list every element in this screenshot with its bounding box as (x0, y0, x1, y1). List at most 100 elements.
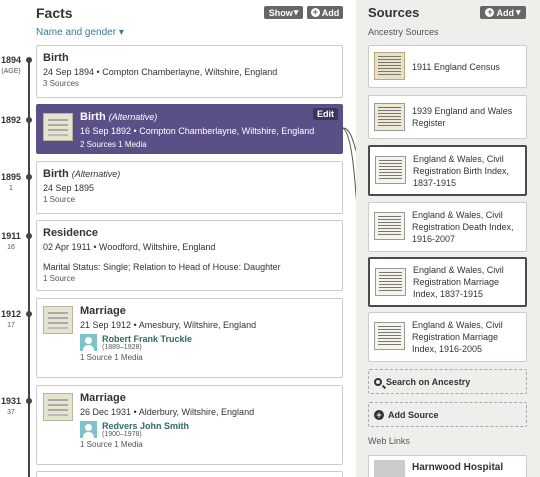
sources-panel: Sources + Add ▾ Ancestry Sources 1911 En… (356, 0, 540, 477)
fact-card-marriage[interactable]: Marriage 21 Sep 1912 • Amesbury, Wiltshi… (36, 298, 343, 378)
spouse-years: (1900–1978) (102, 431, 142, 438)
fact-sources[interactable]: 1 Source 1 Media (80, 440, 336, 449)
fact-alt-label: (Alternative) (108, 112, 158, 122)
timeline-year: 1911 (1, 231, 21, 241)
fact-detail: 16 Sep 1892 • Compton Chamberlayne, Wilt… (80, 126, 315, 136)
add-fact-button[interactable]: + Add (307, 6, 343, 19)
add-source-label: Add (496, 7, 514, 18)
document-icon (374, 212, 405, 240)
source-item-linked[interactable]: England & Wales, Civil Registration Marr… (368, 257, 527, 307)
ancestry-sources-heading: Ancestry Sources (368, 27, 439, 37)
timeline-dot (26, 57, 32, 63)
fact-card-birth[interactable]: Birth 24 Sep 1894 • Compton Chamberlayne… (36, 45, 343, 98)
fact-sources[interactable]: 1 Source (43, 274, 336, 283)
spouse-row[interactable]: Redvers John Smith (1900–1978) (80, 421, 336, 438)
fact-detail: 24 Sep 1894 • Compton Chamberlayne, Wilt… (43, 67, 278, 77)
timeline-dot (26, 117, 32, 123)
add-source-button[interactable]: + Add Source (368, 402, 527, 427)
fact-title: Residence (43, 227, 99, 239)
show-label: Show (268, 7, 293, 18)
document-icon (375, 268, 406, 296)
fact-detail: 21 Sep 1912 • Amesbury, Wiltshire, Engla… (80, 320, 257, 330)
web-link-item[interactable]: Harnwood Hospital (368, 455, 527, 477)
timeline-dot (26, 174, 32, 180)
source-label: England & Wales, Civil Registration Marr… (412, 320, 503, 354)
web-links-heading: Web Links (368, 436, 410, 446)
fact-sources[interactable]: 2 Sources 1 Media (80, 140, 336, 149)
fact-detail-extra: Marital Status: Single; Relation to Head… (43, 262, 281, 272)
timeline-age: 16 (7, 244, 15, 251)
fact-card-birth-alternative[interactable]: Birth (Alternative) 24 Sep 1895 1 Source (36, 161, 343, 214)
link-icon (374, 460, 405, 477)
web-link-label: Harnwood Hospital (412, 462, 504, 473)
fact-title: Marriage (80, 392, 126, 404)
fact-title: Birth (43, 52, 69, 64)
fact-alt-label: (Alternative) (71, 169, 121, 179)
fact-detail: 24 Sep 1895 (43, 183, 95, 193)
timeline-age: (AGE) (1, 68, 21, 75)
fact-sources[interactable]: 1 Source (43, 195, 336, 204)
media-thumbnail[interactable] (43, 113, 73, 141)
source-item[interactable]: 1939 England and Wales Register (368, 95, 527, 139)
document-icon (375, 156, 406, 184)
timeline-dot (26, 233, 32, 239)
plus-icon: + (485, 7, 495, 17)
fact-sources[interactable]: 1 Source 1 Media (80, 353, 336, 362)
facts-title: Facts (36, 5, 73, 21)
document-icon (374, 322, 405, 350)
fact-detail: 26 Dec 1931 • Alderbury, Wiltshire, Engl… (80, 407, 255, 417)
person-icon (80, 334, 97, 351)
timeline-age: 1 (9, 185, 13, 192)
fact-card-birth-alternative-selected[interactable]: Birth (Alternative) 16 Sep 1892 • Compto… (36, 104, 343, 154)
source-label: 1939 England and Wales Register (412, 106, 513, 128)
name-gender-label: Name and gender (36, 27, 117, 38)
plus-icon: + (310, 7, 320, 17)
timeline-year: 1912 (0, 309, 22, 319)
fact-sources[interactable]: 3 Sources (43, 79, 336, 88)
chevron-down-icon: ▾ (118, 27, 124, 38)
add-source-text: Add Source (388, 409, 439, 420)
fact-card-partial[interactable] (36, 471, 343, 477)
document-icon (374, 103, 405, 131)
edit-button[interactable]: Edit (313, 108, 338, 120)
fact-card-residence[interactable]: Residence 02 Apr 1911 • Woodford, Wiltsh… (36, 220, 343, 291)
spouse-info: Robert Frank Truckle (1889–1928) (102, 334, 192, 351)
timeline-dot (26, 398, 32, 404)
name-gender-link[interactable]: Name and gender ▾ (36, 27, 124, 38)
media-thumbnail[interactable] (43, 393, 73, 421)
document-icon (374, 52, 405, 80)
fact-title: Marriage (80, 305, 126, 317)
timeline-year: 1895 (0, 172, 22, 182)
spouse-years: (1889–1928) (102, 344, 142, 351)
search-icon (374, 377, 382, 386)
person-icon (80, 421, 97, 438)
spouse-name[interactable]: Redvers John Smith (102, 421, 189, 431)
spouse-info: Redvers John Smith (1900–1978) (102, 421, 189, 438)
spouse-name[interactable]: Robert Frank Truckle (102, 334, 192, 344)
source-item-linked[interactable]: England & Wales, Civil Registration Birt… (368, 145, 527, 196)
chevron-down-icon: ▾ (293, 7, 299, 17)
search-on-ancestry-label: Search on Ancestry (386, 376, 471, 387)
source-label: England & Wales, Civil Registration Deat… (412, 210, 514, 244)
chevron-down-icon: ▾ (515, 7, 521, 17)
source-label: 1911 England Census (412, 61, 500, 72)
fact-detail: 02 Apr 1911 • Woodford, Wiltshire, Engla… (43, 242, 216, 252)
spouse-row[interactable]: Robert Frank Truckle (1889–1928) (80, 334, 336, 351)
fact-card-marriage[interactable]: Marriage 26 Dec 1931 • Alderbury, Wiltsh… (36, 385, 343, 465)
media-thumbnail[interactable] (43, 306, 73, 334)
timeline-age: 17 (7, 322, 15, 329)
sources-title: Sources (368, 5, 420, 20)
fact-title: Birth (Alternative) (43, 168, 336, 180)
source-item[interactable]: England & Wales, Civil Registration Marr… (368, 312, 527, 362)
search-on-ancestry-button[interactable]: Search on Ancestry (368, 369, 527, 394)
source-item[interactable]: England & Wales, Civil Registration Deat… (368, 202, 527, 252)
timeline-dot (26, 311, 32, 317)
source-label: England & Wales, Civil Registration Marr… (413, 265, 504, 299)
timeline-year: 1931 (0, 396, 22, 406)
timeline-age: 37 (7, 409, 15, 416)
timeline-year: 1892 (0, 115, 22, 125)
add-fact-label: Add (321, 7, 340, 18)
add-source-dropdown-button[interactable]: + Add ▾ (480, 6, 526, 19)
show-button[interactable]: Show ▾ (264, 6, 303, 19)
source-item[interactable]: 1911 England Census (368, 45, 527, 88)
